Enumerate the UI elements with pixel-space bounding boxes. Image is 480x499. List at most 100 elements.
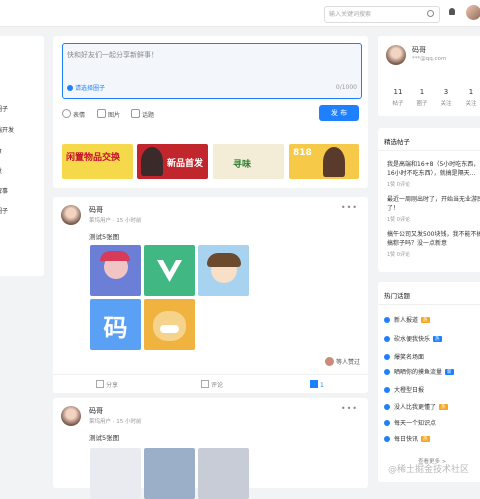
liked-by[interactable]: 等人赞过: [324, 357, 360, 366]
stat-following[interactable]: 3 关注: [433, 88, 459, 107]
post-text: 测试5张图: [89, 233, 120, 241]
search-icon[interactable]: [427, 10, 434, 17]
divider: [53, 374, 368, 375]
featured-title: 精选帖子: [384, 138, 410, 146]
post-image[interactable]: [144, 299, 195, 350]
top-bar: 输入关键词搜索: [0, 0, 480, 27]
left-nav-item[interactable]: 圈子: [0, 104, 44, 113]
banner-image: [141, 147, 163, 176]
topic-item[interactable]: 没人比我更懂了热: [384, 402, 448, 411]
thumbs-up-icon: [310, 380, 318, 388]
featured-count: 1赞 0评论: [387, 217, 410, 223]
topic-icon: [384, 317, 390, 323]
profile-avatar[interactable]: [386, 45, 406, 65]
left-nav-item[interactable]: 发: [0, 166, 44, 175]
emoji-icon: [62, 109, 71, 118]
publish-button[interactable]: 发 布: [319, 105, 359, 121]
left-nav-item[interactable]: 端开发: [0, 125, 44, 134]
author-name[interactable]: 码哥: [89, 406, 103, 416]
search-placeholder: 输入关键词搜索: [329, 11, 372, 18]
featured-post[interactable]: 我是高端和16+8（5小时吃东西，16小时不吃东西），就搞是隔天...: [387, 160, 480, 178]
circle-select[interactable]: 请选择圈子: [67, 83, 105, 92]
new-badge: 新: [445, 369, 454, 375]
stat-circles[interactable]: 1 圈子: [409, 88, 435, 107]
topic-item[interactable]: 晒晒你的摸鱼流量新: [384, 367, 454, 376]
featured-posts: 精选帖子 我是高端和16+8（5小时吃东西，16小时不吃东西），就搞是隔天...…: [378, 128, 480, 272]
divider: [378, 304, 480, 305]
topic-icon: [131, 109, 140, 118]
divider: [378, 150, 480, 151]
topic-item[interactable]: 砍水便我快乐热: [384, 334, 442, 343]
post-meta: 莱坞用户 · 15 小时前: [89, 419, 142, 425]
stat-posts[interactable]: 11 帖子: [385, 88, 411, 107]
more-icon[interactable]: •••: [341, 203, 358, 212]
post-textarea[interactable]: 快和好友们一起分享新鲜事！ 请选择圈子 0/1000: [62, 43, 362, 99]
author-name[interactable]: 码哥: [89, 205, 103, 215]
liker-avatar: [324, 357, 334, 366]
more-icon[interactable]: •••: [341, 404, 358, 413]
post-image[interactable]: [90, 448, 141, 499]
hot-badge: 热: [433, 336, 442, 342]
topic-icon: [384, 436, 390, 442]
post-image[interactable]: [144, 448, 195, 499]
hot-badge: 热: [439, 404, 448, 410]
left-nav: 圈子 端开发 食 发 解事 圈子: [0, 36, 44, 276]
like-button[interactable]: 1: [310, 380, 324, 389]
post-composer: 快和好友们一起分享新鲜事！ 请选择圈子 0/1000 表情 图片 话题 发 布 …: [53, 36, 368, 188]
author-avatar[interactable]: [61, 406, 81, 426]
topic-icon: [384, 354, 390, 360]
featured-post[interactable]: 搞午公司又发500块钱，我不能不搞搞粽子吗？没一点新意: [387, 230, 480, 248]
profile-name[interactable]: 码哥: [412, 45, 426, 55]
topic-icon: [384, 404, 390, 410]
image-button[interactable]: 图片: [97, 109, 120, 119]
hot-badge: 热: [421, 436, 430, 442]
bell-icon[interactable]: [449, 8, 455, 15]
user-avatar[interactable]: [466, 5, 480, 20]
featured-post[interactable]: 最近一周刚出时了，开始当无业游民了！: [387, 195, 480, 213]
watermark: @稀土掘金技术社区: [388, 465, 470, 475]
author-avatar[interactable]: [61, 205, 81, 225]
char-counter: 0/1000: [335, 84, 357, 91]
comment-button[interactable]: 评论: [201, 380, 223, 389]
emoji-button[interactable]: 表情: [62, 109, 85, 119]
banner-ad[interactable]: 818: [289, 144, 359, 179]
banner-ad[interactable]: 新品首发: [137, 144, 208, 179]
post-image[interactable]: [198, 245, 249, 296]
post-card: 码哥 莱坞用户 · 15 小时前 ••• 测试5张图: [53, 398, 368, 499]
banner-ad[interactable]: 寻味: [213, 144, 284, 179]
banner-image: [323, 147, 345, 177]
topics-title: 热门话题: [384, 292, 410, 300]
post-image[interactable]: [198, 448, 249, 499]
left-nav-item[interactable]: 解事: [0, 186, 44, 195]
topic-icon: [384, 369, 390, 375]
hot-topics: 热门话题 新人报道热 砍水便我快乐热 爆笑名场面 晒晒你的摸鱼流量新 大橙型日报…: [378, 282, 480, 482]
circle-icon: [67, 85, 73, 91]
search-input[interactable]: 输入关键词搜索: [324, 6, 440, 23]
share-icon: [96, 380, 104, 388]
banner-ad[interactable]: 闲置物品交换: [62, 144, 133, 179]
post-card: 码哥 莱坞用户 · 15 小时前 ••• 测试5张图 码 等人赞过 分享 评论 …: [53, 197, 368, 393]
composer-placeholder: 快和好友们一起分享新鲜事！: [67, 51, 158, 59]
stat-followers[interactable]: 1 关注: [458, 88, 480, 107]
topic-item[interactable]: 新人报道热: [384, 315, 430, 324]
topic-item[interactable]: 爆笑名场面: [384, 352, 424, 361]
featured-count: 1赞 0评论: [387, 252, 410, 258]
profile-card: 码哥 ***@qq.com 11 帖子 1 圈子 3 关注 1 关注: [378, 36, 480, 116]
post-image[interactable]: [144, 245, 195, 296]
profile-email: ***@qq.com: [412, 56, 447, 62]
topic-item[interactable]: 大橙型日报: [384, 385, 424, 394]
left-nav-item[interactable]: 食: [0, 146, 44, 155]
post-image[interactable]: 码: [90, 299, 141, 350]
left-nav-item[interactable]: 圈子: [0, 206, 44, 215]
topic-icon: [384, 387, 390, 393]
topic-item[interactable]: 每日快讯热: [384, 434, 430, 443]
topic-button[interactable]: 话题: [131, 109, 154, 119]
topic-icon: [384, 336, 390, 342]
image-icon: [97, 109, 106, 118]
featured-count: 1赞 0评论: [387, 182, 410, 188]
post-text: 测试5张图: [89, 434, 120, 442]
topic-item[interactable]: 每天一个知识点: [384, 418, 436, 427]
share-button[interactable]: 分享: [96, 380, 118, 389]
post-image[interactable]: [90, 245, 141, 296]
comment-icon: [201, 380, 209, 388]
